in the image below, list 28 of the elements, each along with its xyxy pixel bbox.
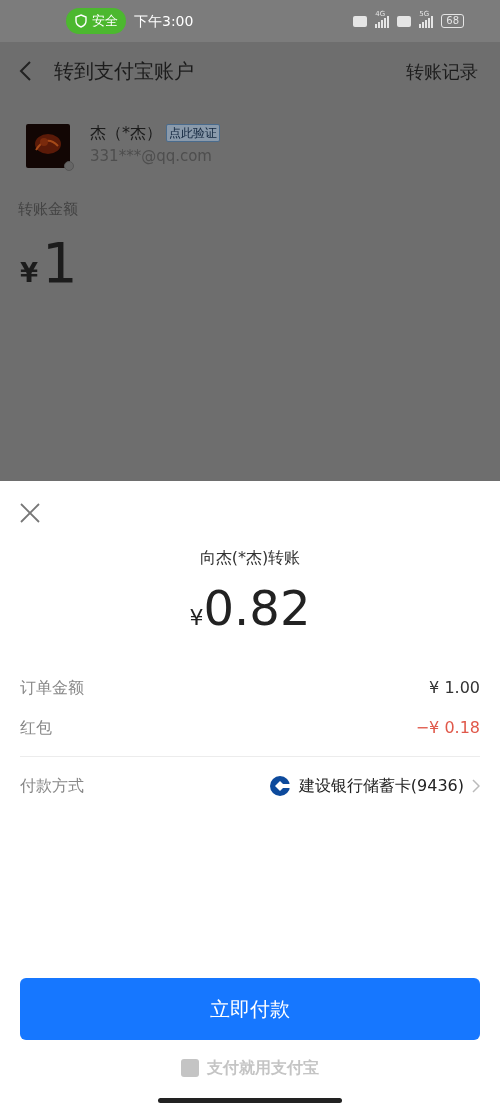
verify-tag[interactable]: 点此验证 (166, 124, 220, 142)
back-icon[interactable] (18, 60, 34, 82)
transfer-history-link[interactable]: 转账记录 (406, 57, 478, 85)
hd-icon (353, 15, 368, 27)
recipient-name: 杰（*杰） (90, 122, 162, 144)
currency-symbol: ¥ (20, 256, 39, 290)
row-value: ¥ 1.00 (429, 677, 480, 699)
payment-title: 向杰(*杰)转账 (199, 547, 301, 569)
clock-time: 下午3:00 (134, 11, 194, 31)
row-label: 红包 (20, 717, 52, 739)
close-icon[interactable] (20, 503, 40, 523)
hd-icon (397, 15, 412, 27)
security-badge: 安全 (66, 8, 126, 34)
chevron-right-icon[interactable] (472, 779, 480, 793)
amount-value: 1 (42, 234, 78, 291)
row-value: −¥ 0.18 (415, 717, 480, 739)
payment-method[interactable]: 建设银行储蓄卡(9436) (298, 774, 464, 798)
row-label: 订单金额 (20, 677, 84, 699)
payment-amount: 0.82 (203, 584, 311, 632)
currency-symbol: ¥ (189, 604, 204, 632)
battery-icon: 68 (441, 14, 464, 28)
pay-now-button[interactable]: 立即付款 (20, 978, 480, 1040)
page-title: 转到支付宝账户 (54, 58, 194, 85)
shield-icon (74, 14, 88, 28)
alipay-logo-icon (181, 1059, 199, 1077)
footer-slogan: 支付就用支付宝 (207, 1057, 319, 1079)
row-label: 付款方式 (20, 775, 84, 797)
bank-logo-icon (268, 775, 291, 797)
